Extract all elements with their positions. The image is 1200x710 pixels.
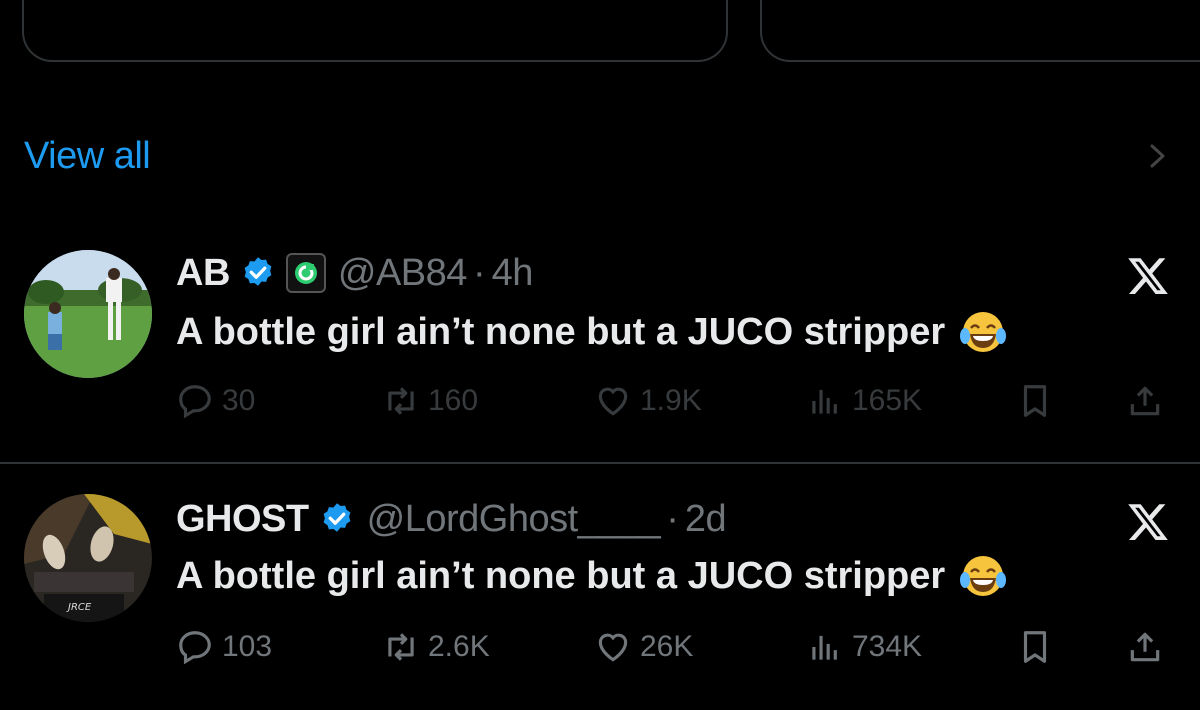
- repost-count: 160: [428, 384, 479, 417]
- trend-card-right[interactable]: [760, 0, 1200, 62]
- tweet[interactable]: JRCE GHOST @LordGhost____ · 2d A bottle …: [0, 462, 1200, 710]
- bookmark-icon: [1023, 631, 1047, 663]
- speech-bubble-icon: [179, 631, 211, 665]
- view-all-link[interactable]: View all: [24, 135, 151, 178]
- bookmark-icon: [1023, 385, 1047, 417]
- share-button[interactable]: [1126, 376, 1164, 426]
- reply-button[interactable]: 103: [176, 622, 272, 672]
- avatar[interactable]: JRCE: [24, 494, 152, 622]
- view-count: 165K: [852, 384, 923, 417]
- verified-badge-icon[interactable]: [319, 501, 355, 537]
- like-count: 1.9K: [640, 384, 702, 417]
- action-bar: 30 160 1.9K 165K: [0, 376, 1200, 426]
- timestamp[interactable]: 4h: [492, 252, 534, 295]
- views-button[interactable]: 734K: [806, 622, 922, 672]
- svg-text:JRCE: JRCE: [66, 602, 92, 613]
- view-all-row[interactable]: View all: [0, 110, 1200, 202]
- tweet-text: A bottle girl ain’t none but a JUCO stri…: [176, 550, 1007, 602]
- chevron-right-icon: [1150, 144, 1165, 168]
- bookmark-button[interactable]: [1016, 622, 1054, 672]
- handle[interactable]: @LordGhost____: [367, 498, 661, 541]
- tears-of-joy-emoji-icon: [960, 312, 1007, 352]
- display-name[interactable]: GHOST: [176, 498, 309, 541]
- speech-bubble-icon: [179, 385, 211, 419]
- bar-chart-icon: [812, 635, 837, 660]
- share-upload-icon: [1130, 632, 1160, 662]
- tears-of-joy-emoji-icon: [960, 556, 1007, 596]
- like-button[interactable]: 1.9K: [594, 376, 702, 426]
- affiliate-badge[interactable]: [285, 253, 326, 293]
- repost-arrows-icon: [388, 633, 414, 661]
- avatar[interactable]: [24, 250, 152, 378]
- trend-card-left[interactable]: [22, 0, 728, 62]
- verified-badge-icon[interactable]: [240, 255, 276, 291]
- x-logo-icon[interactable]: [1126, 254, 1170, 298]
- views-button[interactable]: 165K: [806, 376, 922, 426]
- share-upload-icon: [1130, 386, 1160, 416]
- repost-count: 2.6K: [428, 630, 490, 663]
- heart-icon: [598, 387, 628, 416]
- separator-dot: ·: [666, 497, 679, 540]
- reply-count: 30: [222, 384, 256, 417]
- heart-icon: [598, 633, 628, 662]
- separator-dot: ·: [472, 251, 486, 294]
- reply-button[interactable]: 30: [176, 376, 255, 426]
- tweet-header: AB @AB84 · 4h: [176, 248, 533, 298]
- timestamp[interactable]: 2d: [685, 498, 727, 541]
- tweet-text: A bottle girl ain’t none but a JUCO stri…: [176, 306, 1007, 358]
- tweet-header: GHOST @LordGhost____ · 2d: [176, 494, 727, 544]
- display-name[interactable]: AB: [176, 252, 230, 295]
- action-bar: 103 2.6K 26K 734K: [0, 622, 1200, 672]
- like-count: 26K: [640, 630, 694, 663]
- repost-button[interactable]: 160: [382, 376, 478, 426]
- repost-button[interactable]: 2.6K: [382, 622, 490, 672]
- affiliate-logo-icon: [294, 262, 317, 284]
- timeline: View all AB @AB84 · 4h A bottle girl ain…: [0, 0, 1200, 710]
- bar-chart-icon: [812, 389, 837, 414]
- repost-arrows-icon: [388, 387, 414, 415]
- tweet[interactable]: AB @AB84 · 4h A bottle girl ain’t none b…: [0, 240, 1200, 462]
- tweet-body: A bottle girl ain’t none but a JUCO stri…: [176, 310, 946, 353]
- like-button[interactable]: 26K: [594, 622, 693, 672]
- x-logo-icon[interactable]: [1126, 500, 1170, 544]
- reply-count: 103: [222, 630, 273, 663]
- view-count: 734K: [852, 630, 923, 663]
- share-button[interactable]: [1126, 622, 1164, 672]
- tweet-body: A bottle girl ain’t none but a JUCO stri…: [176, 554, 946, 597]
- handle[interactable]: @AB84: [338, 252, 468, 295]
- bookmark-button[interactable]: [1016, 376, 1054, 426]
